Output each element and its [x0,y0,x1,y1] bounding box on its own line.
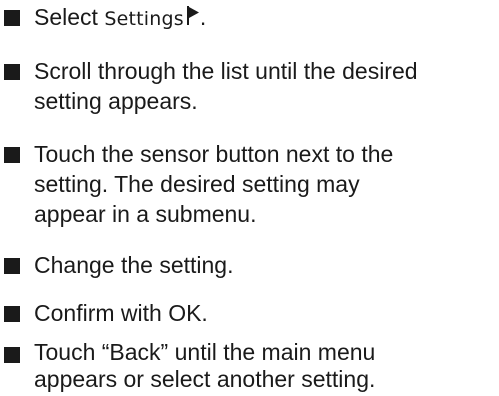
bullet [4,64,20,80]
step-line: setting appears. [34,88,198,114]
bullet [4,147,20,163]
list-item: Touch “Back” until the main menu appears… [0,339,499,396]
bullet [4,306,20,322]
step-line: setting. The desired setting may [34,171,360,197]
step-line: Change the setting. [34,252,234,278]
step-line: Scroll through the list until the desire… [34,58,418,84]
step-text: Change the setting. [34,250,496,280]
list-item: Touch the sensor button next to the sett… [0,139,499,233]
step-text: Confirm with OK. [34,298,496,328]
step-line: Touch “Back” until the main menu [34,339,376,365]
bullet [4,10,20,26]
step-text: Scroll through the list until the desire… [34,56,496,116]
step-line: Confirm with OK. [34,300,208,326]
step-line: Touch the sensor button next to the [34,141,394,167]
step-text: Select Settings. [34,2,496,34]
step-text: Touch the sensor button next to the sett… [34,139,496,229]
bullet [4,347,20,363]
settings-label: Settings [104,8,184,30]
list-item: Scroll through the list until the desire… [0,56,499,120]
flag-icon [186,6,200,25]
bullet [4,258,20,274]
step-suffix: . [199,4,207,30]
list-item: Confirm with OK. [0,298,499,330]
step-text: Touch “Back” until the main menu appears… [34,339,496,393]
list-item: Select Settings. [0,2,499,34]
step-prefix: Select [34,4,105,30]
list-item: Change the setting. [0,250,499,282]
step-line: appears or select another setting. [34,366,376,392]
step-line: appear in a submenu. [34,201,257,227]
step-line: Select Settings. [34,2,496,34]
